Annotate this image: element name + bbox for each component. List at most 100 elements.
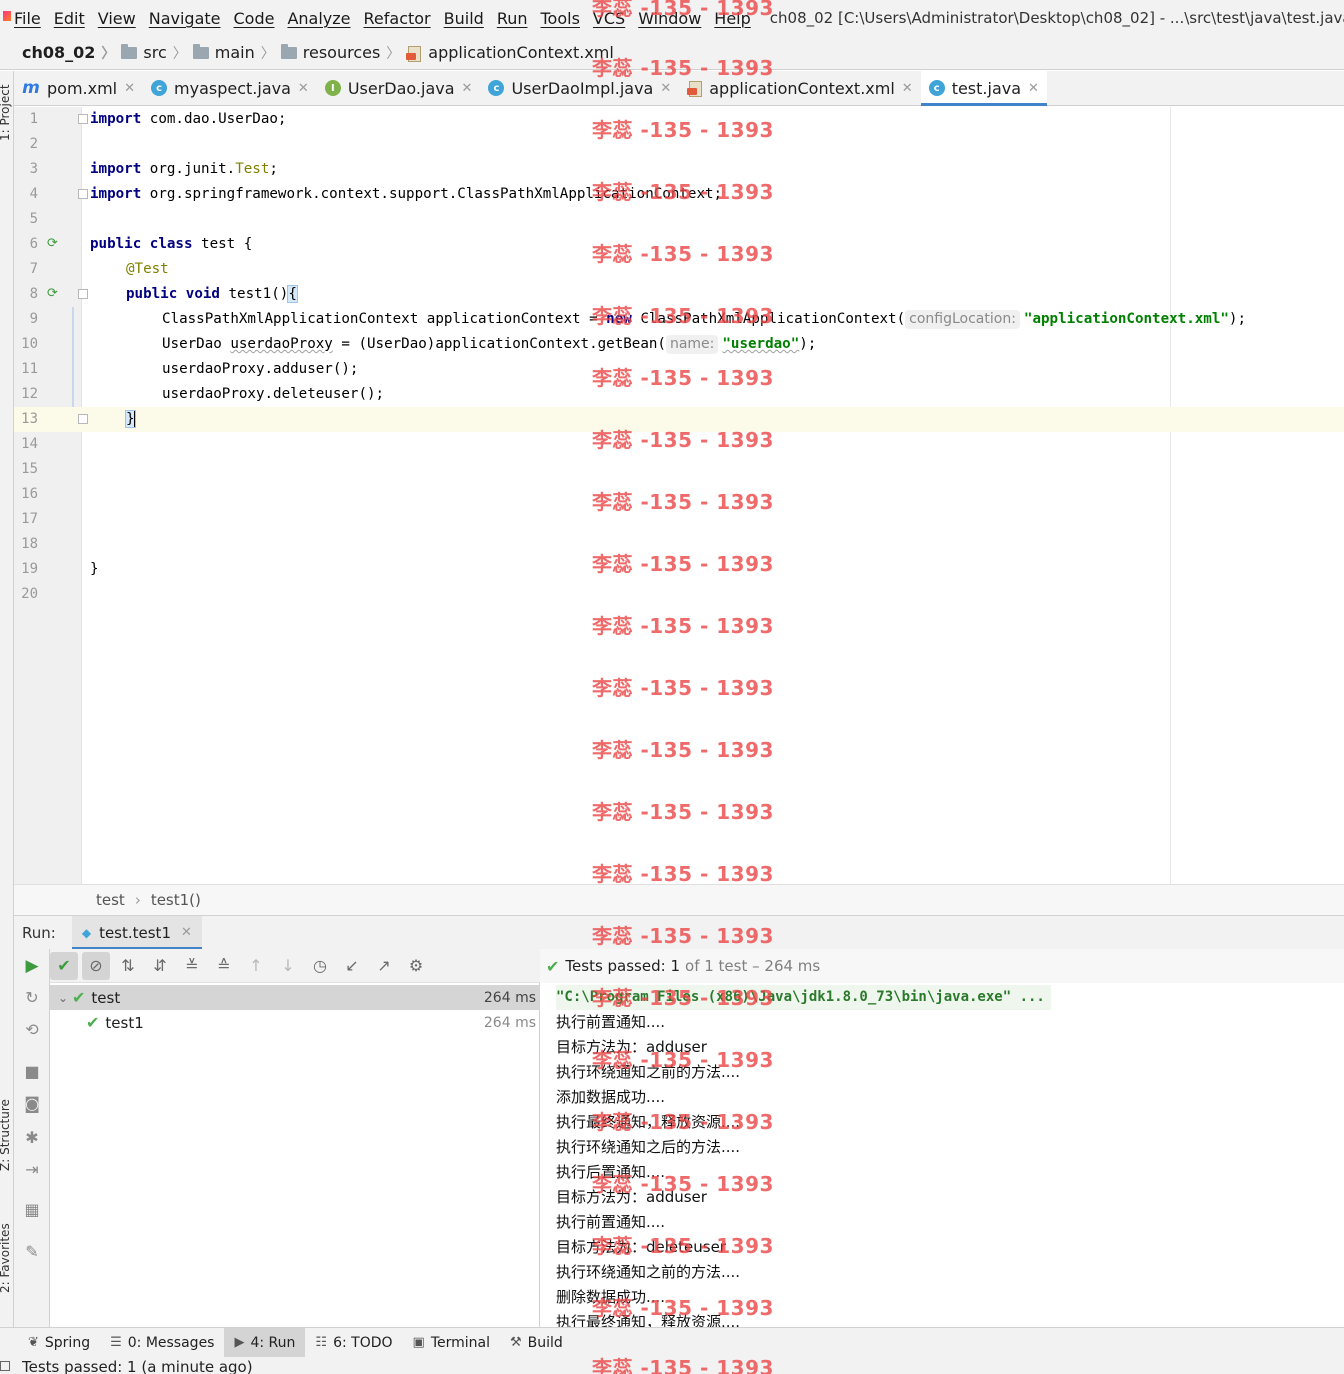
close-icon[interactable]: ✕ xyxy=(1028,81,1039,96)
code-line: 16 xyxy=(14,482,1344,507)
nav-crumb-project[interactable]: ch08_02 〉 xyxy=(22,43,115,63)
camera-icon[interactable]: ◙ xyxy=(23,1095,41,1113)
close-icon[interactable]: ✕ xyxy=(181,925,192,940)
run-tool-header: Run: ◆ test.test1 ✕ xyxy=(14,915,1344,950)
tree-node-label: test1 xyxy=(105,1013,144,1032)
tool-tab-terminal[interactable]: ▣ Terminal xyxy=(403,1328,500,1357)
menu-build[interactable]: Build xyxy=(444,9,484,28)
tab-userdaoimpl-java[interactable]: c UserDaoImpl.java ✕ xyxy=(480,71,679,105)
rerun-icon[interactable]: ▶ xyxy=(23,957,41,975)
tool-windows-toggle-icon[interactable] xyxy=(0,1361,10,1371)
import-icon[interactable]: ⇥ xyxy=(23,1161,41,1179)
menu-analyze[interactable]: Analyze xyxy=(287,9,350,28)
close-icon[interactable]: ✕ xyxy=(462,81,473,96)
nav-crumb-resources[interactable]: resources 〉 xyxy=(280,43,400,63)
run-test-gutter-icon[interactable]: ⟳ xyxy=(47,237,61,251)
tab-pom-xml[interactable]: m pom.xml ✕ xyxy=(14,71,143,105)
current-code-line: 13 } xyxy=(14,407,1344,432)
toggle-auto-test-icon[interactable]: ⟲ xyxy=(23,1021,41,1039)
line-number: 16 xyxy=(21,486,38,502)
run-side-toolbar: ▶ ↻ ⟲ ■ ◙ ✱ ⇥ ▦ ✎ xyxy=(14,949,50,1327)
collapse-all-icon[interactable]: ≙ xyxy=(210,952,238,980)
passed-check-icon: ✔ xyxy=(72,988,86,1007)
menu-edit[interactable]: Edit xyxy=(54,9,85,28)
code-text: userdaoProxy.deleteuser(); xyxy=(162,386,385,402)
run-test-gutter-icon[interactable]: ⟳ xyxy=(47,287,61,301)
tool-tab-spring[interactable]: ❦ Spring xyxy=(18,1328,100,1357)
show-ignored-icon[interactable]: ⊘ xyxy=(82,951,110,980)
menu-code[interactable]: Code xyxy=(234,9,275,28)
status-message: Tests passed: 1 (a minute ago) xyxy=(22,1358,253,1374)
menu-vcs[interactable]: VCS xyxy=(593,9,625,28)
run-tab-test-test1[interactable]: ◆ test.test1 ✕ xyxy=(71,915,202,950)
project-tool-button[interactable]: 1: Project xyxy=(0,84,12,141)
sort-by-duration-icon[interactable]: ⇵ xyxy=(146,952,174,980)
breadcrumb-class[interactable]: test xyxy=(96,891,125,909)
tool-tab-todo[interactable]: ☷ 6: TODO xyxy=(305,1328,402,1357)
fold-icon[interactable] xyxy=(78,189,88,199)
fold-icon[interactable] xyxy=(78,289,88,299)
chevron-down-icon[interactable]: ⌄ xyxy=(58,991,72,1005)
previous-failed-icon[interactable]: ↑ xyxy=(242,952,270,980)
code-token: com.dao.UserDao; xyxy=(141,111,287,127)
breadcrumb-method[interactable]: test1() xyxy=(151,891,201,909)
parameter-hint: configLocation: xyxy=(905,310,1020,329)
menu-view[interactable]: View xyxy=(98,9,136,28)
next-failed-icon[interactable]: ↓ xyxy=(274,952,302,980)
menu-refactor[interactable]: Refactor xyxy=(364,9,431,28)
code-text: ClassPathXmlApplicationContext applicati… xyxy=(162,307,1246,332)
menu-tools[interactable]: Tools xyxy=(541,9,580,28)
tool-tab-messages[interactable]: ☰ 0: Messages xyxy=(100,1328,224,1357)
line-number: 6 xyxy=(29,236,38,252)
nav-crumb-main[interactable]: main 〉 xyxy=(192,43,275,63)
console-line: 执行前置通知.... xyxy=(556,1213,666,1231)
code-editor[interactable]: 1 import com.dao.UserDao; 2 3 import org… xyxy=(14,107,1344,884)
keyword: import xyxy=(90,161,142,177)
tree-node-test-method[interactable]: ✔ test1 264 ms xyxy=(50,1010,540,1035)
settings-icon[interactable]: ✱ xyxy=(23,1129,41,1147)
menu-file[interactable]: File xyxy=(14,9,41,28)
structure-tool-button[interactable]: Z: Structure xyxy=(0,1099,12,1171)
stop-icon[interactable]: ■ xyxy=(23,1063,41,1081)
nav-crumb-src[interactable]: src 〉 xyxy=(121,43,187,63)
close-icon[interactable]: ✕ xyxy=(660,81,671,96)
console-line: 执行环绕通知之后的方法.... xyxy=(556,1138,741,1156)
close-icon[interactable]: ✕ xyxy=(902,81,913,96)
tree-node-test-class[interactable]: ⌄ ✔ test 264 ms xyxy=(50,985,540,1010)
show-passed-icon[interactable]: ✔ xyxy=(50,951,78,980)
rerun-failed-icon[interactable]: ↻ xyxy=(23,989,41,1007)
tool-tab-build[interactable]: ⚒ Build xyxy=(500,1328,573,1357)
folder-icon xyxy=(192,43,209,59)
variable-token: userdaoProxy xyxy=(230,336,333,352)
close-icon[interactable]: ✕ xyxy=(298,81,309,96)
fold-icon[interactable] xyxy=(78,114,88,124)
code-text: } xyxy=(90,561,99,577)
console-output[interactable]: "C:\Program Files (x86)\Java\jdk1.8.0_73… xyxy=(540,983,1344,1327)
menu-navigate[interactable]: Navigate xyxy=(149,9,221,28)
code-text: @Test xyxy=(126,257,169,282)
layout-icon[interactable]: ▦ xyxy=(23,1201,41,1219)
nav-crumb-file[interactable]: applicationContext.xml xyxy=(406,43,614,62)
fold-icon[interactable] xyxy=(78,414,88,424)
code-text: public void test1(){ xyxy=(126,282,298,307)
close-icon[interactable]: ✕ xyxy=(124,81,135,96)
favorites-tool-button[interactable]: 2: Favorites xyxy=(0,1223,12,1293)
export-tests-icon[interactable]: ↗ xyxy=(370,952,398,980)
expand-all-icon[interactable]: ≚ xyxy=(178,952,206,980)
menu-run[interactable]: Run xyxy=(497,9,528,28)
tool-tab-label: Spring xyxy=(44,1334,91,1351)
test-history-icon[interactable]: ◷ xyxy=(306,952,334,980)
sort-alphabetically-icon[interactable]: ⇅ xyxy=(114,952,142,980)
test-status-line: ✔ Tests passed: 1 of 1 test – 264 ms xyxy=(540,949,1344,983)
tab-myaspect-java[interactable]: c myaspect.java ✕ xyxy=(143,71,317,105)
tab-userdao-java[interactable]: I UserDao.java ✕ xyxy=(317,71,481,105)
tab-test-java[interactable]: c test.java ✕ xyxy=(920,71,1048,106)
code-token: test { xyxy=(192,236,253,252)
pin-icon[interactable]: ✎ xyxy=(23,1243,41,1261)
import-tests-icon[interactable]: ↙ xyxy=(338,952,366,980)
menu-window[interactable]: Window xyxy=(638,9,701,28)
tab-applicationcontext-xml[interactable]: applicationContext.xml ✕ xyxy=(679,71,920,105)
menu-help[interactable]: Help xyxy=(714,9,750,28)
tool-tab-run[interactable]: ▶ 4: Run xyxy=(224,1328,306,1357)
gear-icon[interactable]: ⚙ xyxy=(402,952,430,980)
